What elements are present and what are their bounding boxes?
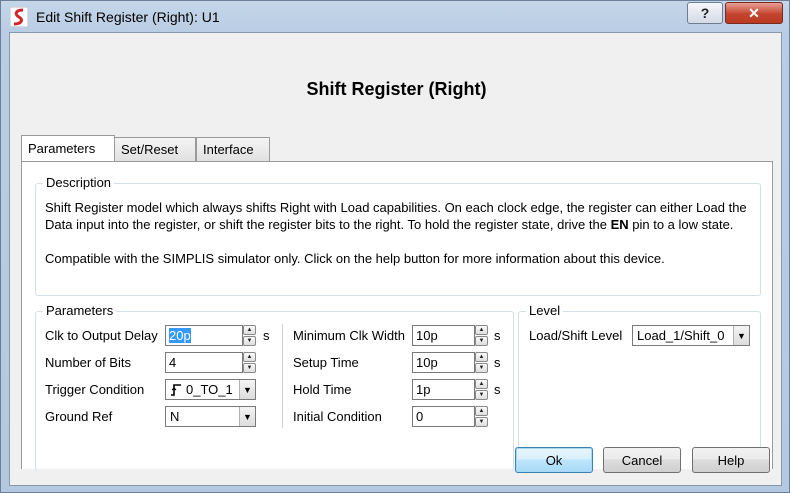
rising-edge-icon xyxy=(171,384,181,396)
initial-condition-label: Initial Condition xyxy=(293,409,382,424)
spin-up-icon[interactable]: ▲ xyxy=(475,352,488,362)
clk-to-output-delay-spinner[interactable]: ▲ ▼ xyxy=(243,325,256,346)
description-text: Shift Register model which always shifts… xyxy=(45,199,757,267)
clk-to-output-delay-label: Clk to Output Delay xyxy=(45,328,158,343)
column-divider xyxy=(282,324,283,428)
number-of-bits-spinner[interactable]: ▲ ▼ xyxy=(243,352,256,373)
ok-button[interactable]: Ok xyxy=(515,447,593,473)
description-group-title: Description xyxy=(43,175,115,190)
trigger-condition-label: Trigger Condition xyxy=(45,382,145,397)
setup-time-spinner[interactable]: ▲ ▼ xyxy=(475,352,488,373)
spin-down-icon[interactable]: ▼ xyxy=(243,363,256,373)
spin-down-icon[interactable]: ▼ xyxy=(475,417,488,427)
number-of-bits-label: Number of Bits xyxy=(45,355,131,370)
parameters-group: Parameters Clk to Output Delay 20p ▲ ▼ s … xyxy=(35,303,514,471)
chevron-down-icon[interactable]: ▼ xyxy=(239,407,255,426)
spin-down-icon[interactable]: ▼ xyxy=(243,336,256,346)
tab-interface[interactable]: Interface xyxy=(196,137,270,161)
hold-time-label: Hold Time xyxy=(293,382,352,397)
hold-time-spinner[interactable]: ▲ ▼ xyxy=(475,379,488,400)
tab-set-reset[interactable]: Set/Reset xyxy=(114,137,196,161)
close-button[interactable]: ✕ xyxy=(725,2,783,24)
trigger-condition-value: 0_TO_1 xyxy=(186,382,233,397)
window-title: Edit Shift Register (Right): U1 xyxy=(36,9,220,25)
simetrix-app-icon xyxy=(10,7,28,27)
spin-up-icon[interactable]: ▲ xyxy=(243,352,256,362)
hold-time-unit: s xyxy=(494,382,501,397)
spin-down-icon[interactable]: ▼ xyxy=(475,390,488,400)
dialog-client-area: Shift Register (Right) Parameters Set/Re… xyxy=(9,32,782,486)
ground-ref-value: N xyxy=(170,409,180,424)
spin-down-icon[interactable]: ▼ xyxy=(475,336,488,346)
description-line1-post: pin to a low state. xyxy=(628,217,734,232)
setup-time-unit: s xyxy=(494,355,501,370)
parameters-tab-pane: Description Shift Register model which a… xyxy=(21,161,773,471)
hold-time-input[interactable]: 1p xyxy=(412,379,475,400)
initial-condition-spinner[interactable]: ▲ ▼ xyxy=(475,406,488,427)
clk-to-output-delay-unit: s xyxy=(263,328,270,343)
description-group: Description Shift Register model which a… xyxy=(35,175,761,296)
clk-to-output-delay-input[interactable]: 20p xyxy=(165,325,243,346)
setup-time-input[interactable]: 10p xyxy=(412,352,475,373)
ground-ref-select[interactable]: N ▼ xyxy=(165,406,256,427)
number-of-bits-input[interactable]: 4 xyxy=(165,352,243,373)
minimum-clk-width-unit: s xyxy=(494,328,501,343)
minimum-clk-width-input[interactable]: 10p xyxy=(412,325,475,346)
minimum-clk-width-label: Minimum Clk Width xyxy=(293,328,405,343)
spin-up-icon[interactable]: ▲ xyxy=(475,406,488,416)
initial-condition-input[interactable]: 0 xyxy=(412,406,475,427)
title-help-button[interactable]: ? xyxy=(687,2,723,24)
setup-time-label: Setup Time xyxy=(293,355,359,370)
chevron-down-icon[interactable]: ▼ xyxy=(239,380,255,399)
ground-ref-label: Ground Ref xyxy=(45,409,113,424)
cancel-button[interactable]: Cancel xyxy=(603,447,681,473)
spin-up-icon[interactable]: ▲ xyxy=(243,325,256,335)
dialog-window: Edit Shift Register (Right): U1 ? ✕ Shif… xyxy=(0,0,790,493)
description-line2: Compatible with the SIMPLIS simulator on… xyxy=(45,251,665,266)
spin-down-icon[interactable]: ▼ xyxy=(475,363,488,373)
load-shift-level-select[interactable]: Load_1/Shift_0 ▼ xyxy=(632,325,750,346)
minimum-clk-width-spinner[interactable]: ▲ ▼ xyxy=(475,325,488,346)
parameters-group-title: Parameters xyxy=(43,303,117,318)
spin-up-icon[interactable]: ▲ xyxy=(475,325,488,335)
load-shift-level-label: Load/Shift Level xyxy=(529,328,623,343)
chevron-down-icon[interactable]: ▼ xyxy=(733,326,749,345)
load-shift-level-value: Load_1/Shift_0 xyxy=(637,328,725,343)
title-bar[interactable]: Edit Shift Register (Right): U1 ? ✕ xyxy=(1,1,789,33)
help-button[interactable]: Help xyxy=(692,447,770,473)
page-title: Shift Register (Right) xyxy=(306,79,487,99)
tab-parameters[interactable]: Parameters xyxy=(21,135,115,161)
level-group-title: Level xyxy=(526,303,564,318)
spin-up-icon[interactable]: ▲ xyxy=(475,379,488,389)
description-en-pin: EN xyxy=(610,217,629,232)
trigger-condition-select[interactable]: 0_TO_1 ▼ xyxy=(165,379,256,400)
